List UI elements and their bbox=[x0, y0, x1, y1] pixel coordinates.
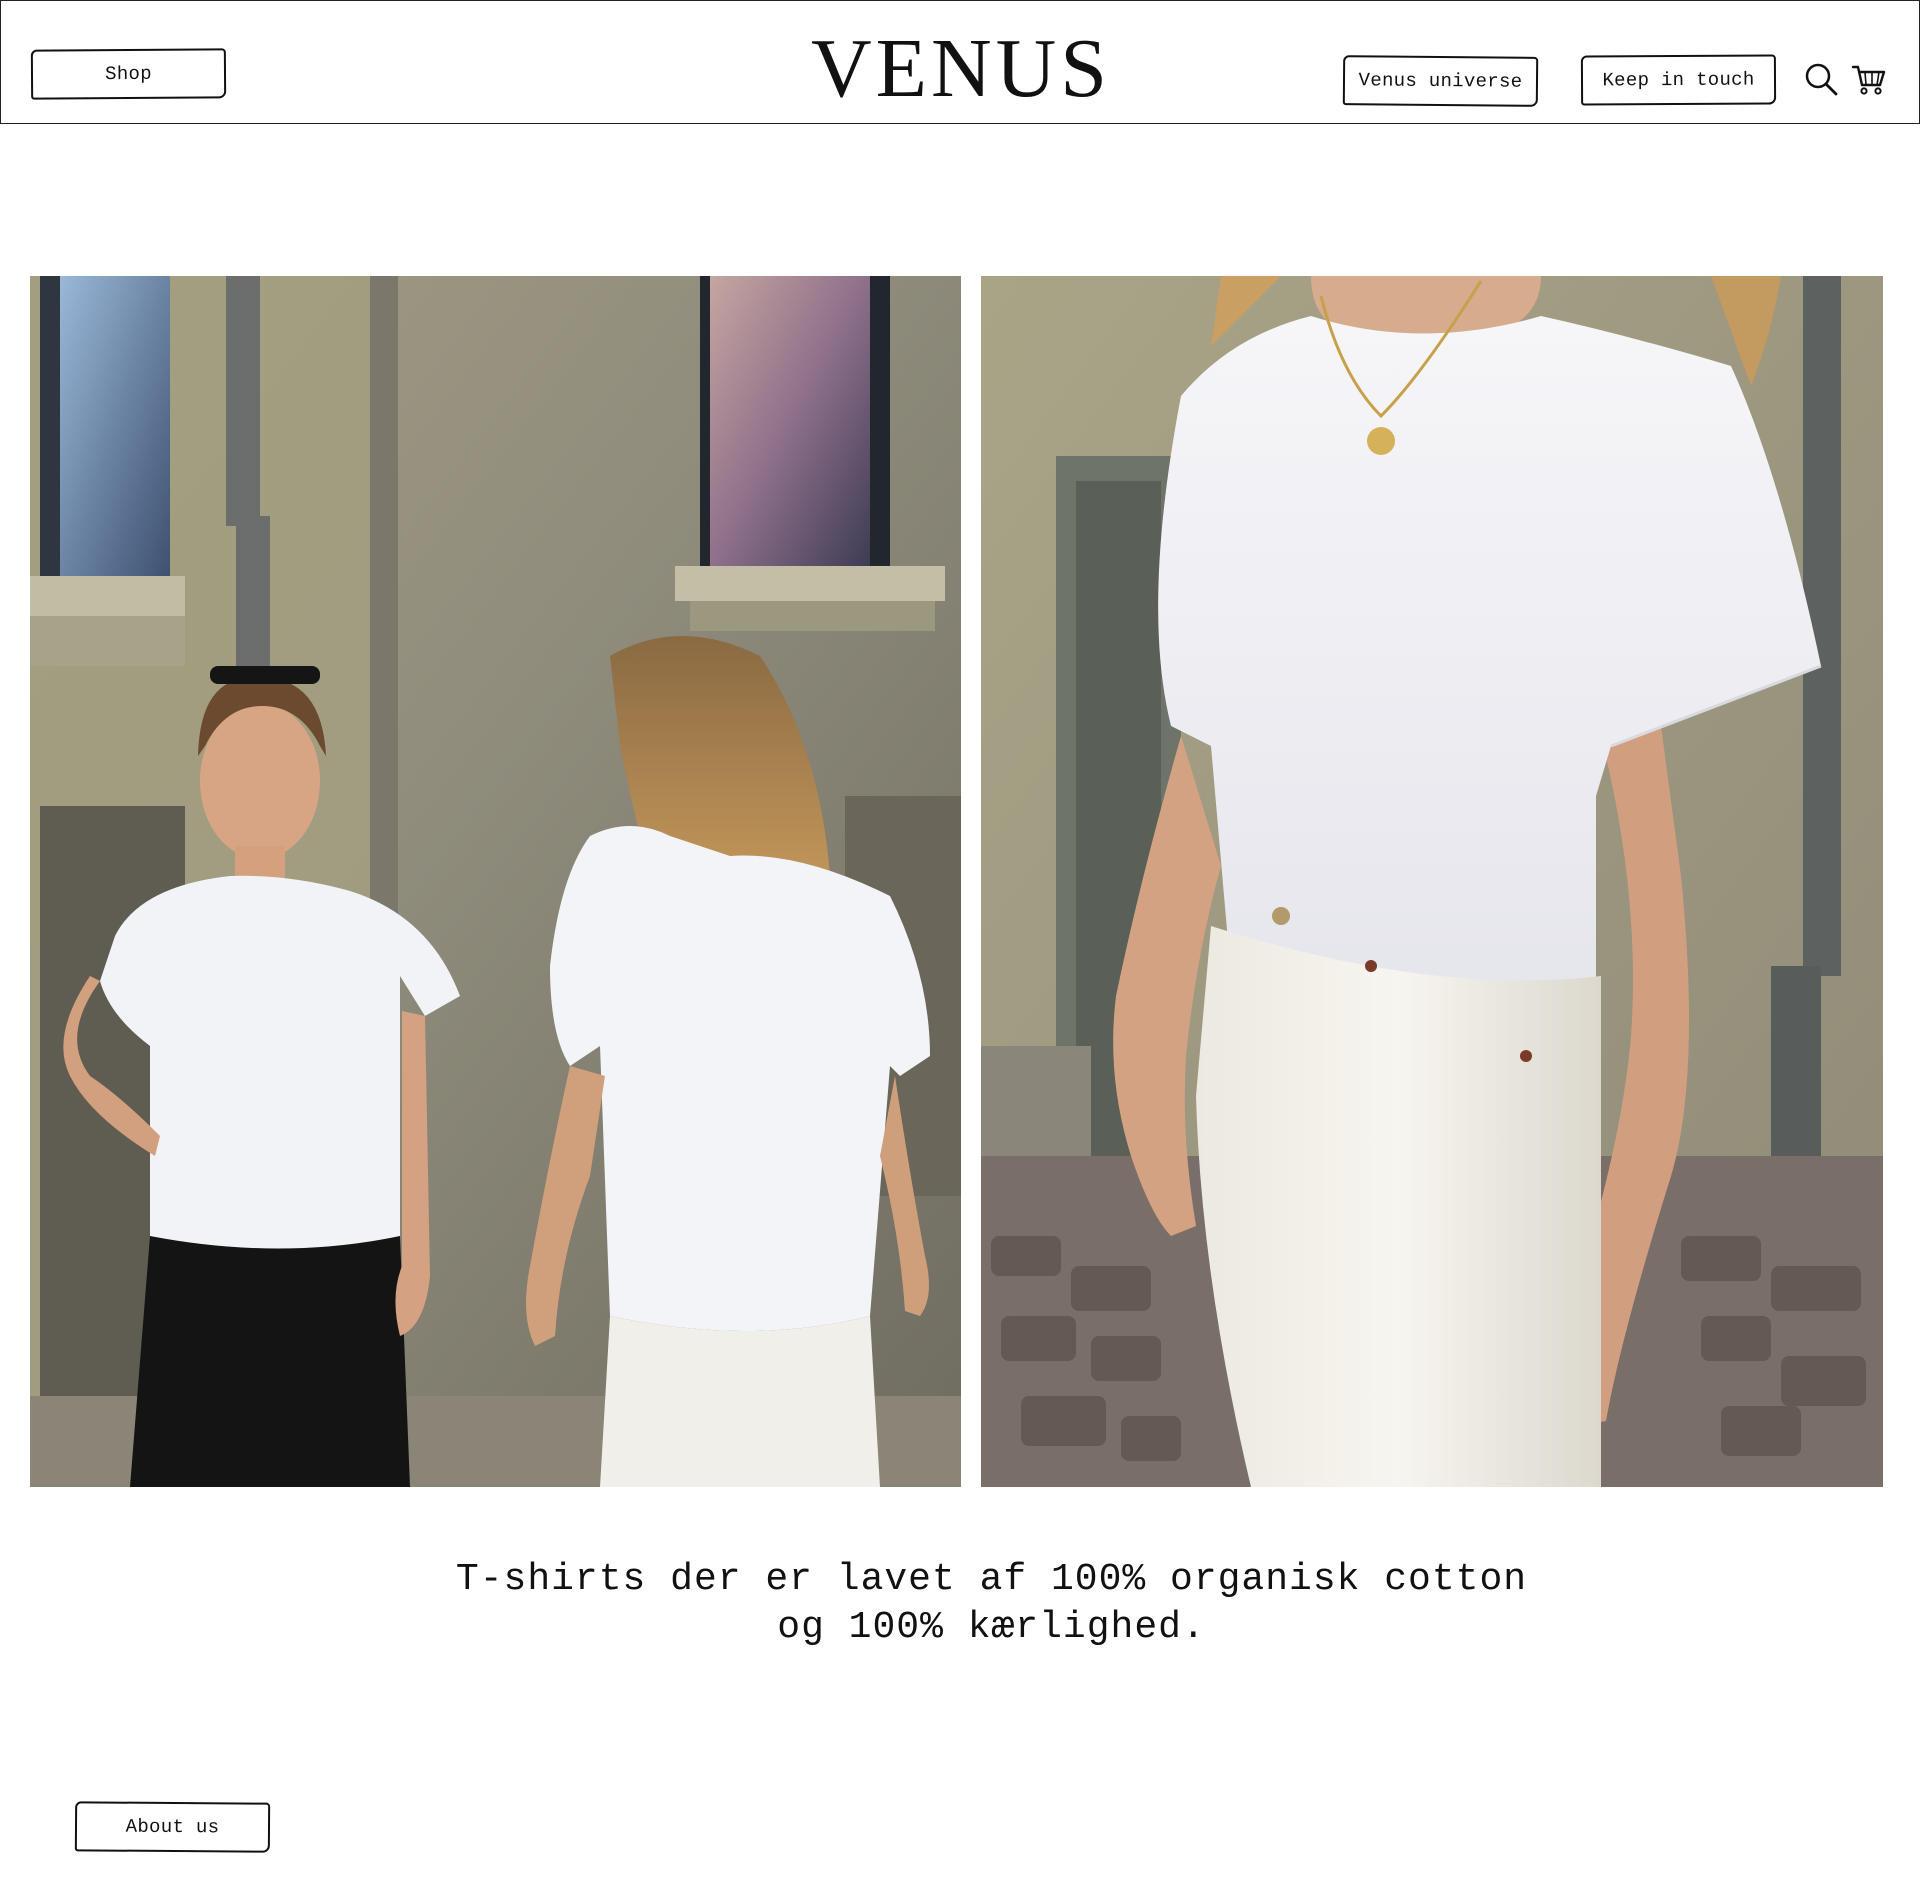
about-us-button[interactable]: About us bbox=[74, 1801, 271, 1853]
tagline-line-2: og 100% kærlighed. bbox=[777, 1606, 1206, 1649]
venus-universe-button[interactable]: Venus universe bbox=[1342, 55, 1539, 107]
cart-icon[interactable] bbox=[1851, 61, 1887, 97]
site-header: Shop VENUS Venus universe Keep in touch bbox=[0, 0, 1920, 124]
venus-logo[interactable]: VENUS bbox=[761, 21, 1161, 117]
shop-button[interactable]: Shop bbox=[30, 48, 227, 100]
tagline-line-1: T-shirts der er lavet af 100% organisk c… bbox=[455, 1558, 1528, 1601]
keep-in-touch-button[interactable]: Keep in touch bbox=[1580, 54, 1777, 106]
search-icon[interactable] bbox=[1803, 61, 1839, 97]
tagline: T-shirts der er lavet af 100% organisk c… bbox=[300, 1556, 1683, 1652]
two-women-in-white-tshirts-photo[interactable] bbox=[30, 276, 961, 1487]
woman-white-tshirt-closeup-photo[interactable] bbox=[981, 276, 1883, 1487]
